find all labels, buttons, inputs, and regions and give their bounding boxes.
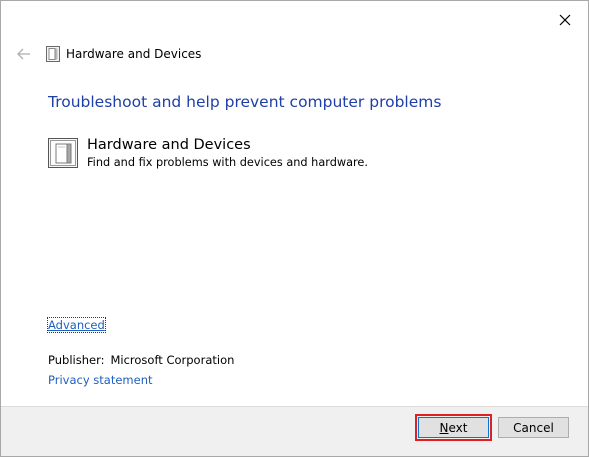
next-button-label: Next xyxy=(419,418,488,437)
hardware-device-icon xyxy=(48,138,78,168)
troubleshooter-description: Find and fix problems with devices and h… xyxy=(87,156,368,169)
troubleshooter-text: Hardware and Devices Find and fix proble… xyxy=(87,137,368,170)
troubleshooter-item: Hardware and Devices Find and fix proble… xyxy=(48,137,368,170)
title-bar: Hardware and Devices xyxy=(15,41,201,67)
page-heading: Troubleshoot and help prevent computer p… xyxy=(48,93,442,111)
publisher-value: Microsoft Corporation xyxy=(110,353,235,367)
close-button[interactable] xyxy=(556,11,574,29)
close-icon xyxy=(559,14,571,26)
next-accelerator: N xyxy=(439,420,449,435)
next-button[interactable]: Next xyxy=(415,414,492,441)
advanced-link[interactable]: Advanced xyxy=(47,317,106,333)
troubleshooter-name: Hardware and Devices xyxy=(87,137,251,153)
footer-bar: Next Cancel xyxy=(1,406,588,456)
hardware-device-icon xyxy=(46,46,60,62)
cancel-button[interactable]: Cancel xyxy=(498,417,569,438)
window-title: Hardware and Devices xyxy=(66,47,202,61)
publisher-info: Publisher: Microsoft Corporation xyxy=(48,353,234,367)
back-arrow-icon[interactable] xyxy=(15,45,33,63)
troubleshooter-window: Hardware and Devices Troubleshoot and he… xyxy=(0,0,589,457)
next-label-rest: ext xyxy=(448,420,468,435)
privacy-statement-link[interactable]: Privacy statement xyxy=(48,373,153,387)
publisher-label: Publisher: xyxy=(48,353,105,367)
